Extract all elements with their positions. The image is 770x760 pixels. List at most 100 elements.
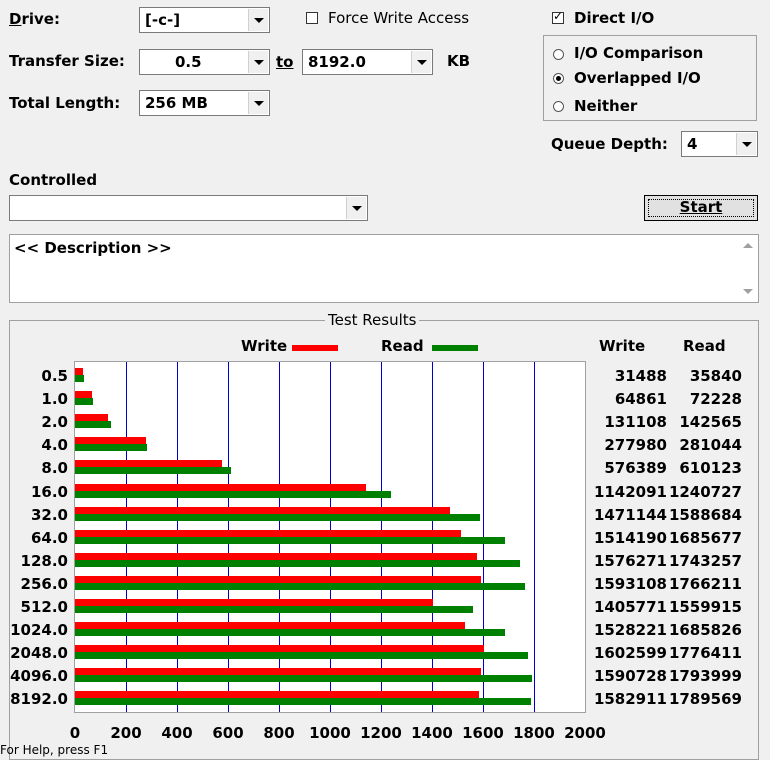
chevron-down-icon[interactable]	[411, 51, 431, 73]
test-results-title: Test Results	[325, 311, 420, 329]
read-value: 1776411	[668, 644, 742, 663]
description-scrollbar[interactable]	[738, 235, 758, 302]
x-tick-label: 400	[161, 724, 193, 742]
drive-select[interactable]: [-c-]	[139, 7, 270, 33]
y-tick-label: 16.0	[30, 482, 68, 501]
write-value: 1405771	[593, 598, 667, 616]
y-tick-label: 128.0	[20, 551, 68, 570]
write-value: 1514190	[593, 528, 667, 547]
description-box[interactable]: << Description >>	[9, 234, 759, 303]
scroll-up-icon[interactable]	[738, 235, 758, 255]
total-length-label: Total Length:	[9, 94, 121, 112]
write-value: 576389	[604, 459, 667, 478]
write-value: 1576271	[593, 551, 667, 570]
kb-unit-label: KB	[447, 52, 471, 70]
y-tick-label: 1024.0	[10, 621, 68, 640]
write-bar	[75, 506, 451, 514]
transfer-size-from-value: 0.5	[175, 53, 202, 71]
io-comparison-label: I/O Comparison	[574, 44, 704, 62]
write-value: 1590728	[593, 667, 667, 686]
drive-label: Drive:	[9, 10, 60, 28]
queue-depth-label: Queue Depth:	[551, 135, 668, 153]
write-bar	[75, 575, 482, 583]
direct-io-label: Direct I/O	[574, 9, 655, 27]
x-tick-label: 1400	[411, 724, 453, 742]
scroll-down-icon[interactable]	[738, 282, 758, 302]
transfer-size-to-select[interactable]: 8192.0	[302, 49, 433, 75]
read-value: 1685677	[668, 528, 742, 547]
legend-read-swatch	[432, 345, 478, 351]
x-tick-label: 1800	[513, 724, 555, 742]
force-write-checkbox[interactable]	[306, 12, 318, 24]
chevron-down-icon[interactable]	[736, 133, 756, 155]
y-tick-label: 4.0	[41, 436, 68, 455]
y-tick-label: 64.0	[30, 528, 68, 547]
neither-radio[interactable]	[553, 101, 564, 112]
write-value: 31488	[614, 367, 667, 385]
transfer-size-to-value: 8192.0	[308, 53, 366, 71]
read-bar	[75, 698, 532, 706]
total-length-value: 256 MB	[145, 94, 208, 112]
read-value: 1559915	[668, 598, 742, 616]
write-bar	[75, 691, 479, 699]
read-bar	[75, 490, 392, 498]
overlapped-io-label: Overlapped I/O	[574, 69, 701, 87]
controlled-select[interactable]	[9, 195, 368, 221]
col-read-header: Read	[683, 337, 726, 355]
queue-depth-select[interactable]: 4	[681, 131, 758, 157]
read-bar	[75, 675, 533, 683]
x-tick-label: 2000	[564, 724, 606, 742]
write-bar	[75, 645, 484, 653]
x-tick-label: 1200	[360, 724, 402, 742]
y-tick-label: 1.0	[41, 390, 68, 409]
start-button[interactable]: Start	[644, 195, 758, 221]
write-value: 1582911	[593, 690, 667, 709]
y-tick-label: 4096.0	[10, 667, 68, 686]
y-tick-label: 0.5	[41, 367, 68, 385]
read-bar	[75, 444, 147, 452]
x-tick-label: 800	[263, 724, 295, 742]
read-bar	[75, 513, 481, 521]
write-value: 1142091	[593, 482, 667, 501]
write-bar	[75, 460, 222, 468]
y-tick-label: 2048.0	[10, 644, 68, 663]
chevron-down-icon[interactable]	[248, 9, 268, 31]
y-tick-label: 8192.0	[10, 690, 68, 709]
overlapped-io-radio[interactable]	[553, 73, 564, 84]
read-value: 1240727	[668, 482, 742, 501]
write-bar	[75, 552, 477, 560]
direct-io-checkbox[interactable]	[552, 9, 564, 24]
force-write-label: Force Write Access	[328, 9, 470, 27]
status-bar-text: For Help, press F1	[0, 743, 109, 757]
drive-value: [-c-]	[145, 11, 181, 29]
x-tick-label: 1600	[462, 724, 504, 742]
total-length-select[interactable]: 256 MB	[139, 90, 270, 116]
y-tick-label: 32.0	[30, 505, 68, 524]
write-bar	[75, 622, 465, 630]
transfer-size-from-select[interactable]: 0.5	[139, 49, 270, 75]
chevron-down-icon[interactable]	[248, 51, 268, 73]
grid-line	[534, 362, 535, 712]
io-comparison-radio[interactable]	[553, 49, 564, 60]
read-value: 1766211	[668, 574, 742, 593]
y-tick-label: 2.0	[41, 413, 68, 432]
neither-label: Neither	[574, 97, 638, 115]
x-tick-label: 1000	[309, 724, 351, 742]
read-bar	[75, 467, 231, 475]
read-value: 610123	[679, 459, 742, 478]
write-bar	[75, 414, 109, 422]
x-tick-label: 200	[110, 724, 142, 742]
write-bar	[75, 437, 146, 445]
y-tick-label: 8.0	[41, 459, 68, 478]
chevron-down-icon[interactable]	[248, 92, 268, 114]
read-bar	[75, 652, 528, 660]
write-bar	[75, 599, 434, 606]
read-value: 35840	[689, 367, 742, 385]
read-value: 1743257	[668, 551, 742, 570]
col-write-header: Write	[599, 337, 646, 355]
write-value: 131108	[604, 413, 667, 432]
chevron-down-icon[interactable]	[346, 197, 366, 219]
read-value: 142565	[679, 413, 742, 432]
x-tick-label: 0	[69, 724, 81, 742]
legend-write-swatch	[292, 345, 338, 351]
